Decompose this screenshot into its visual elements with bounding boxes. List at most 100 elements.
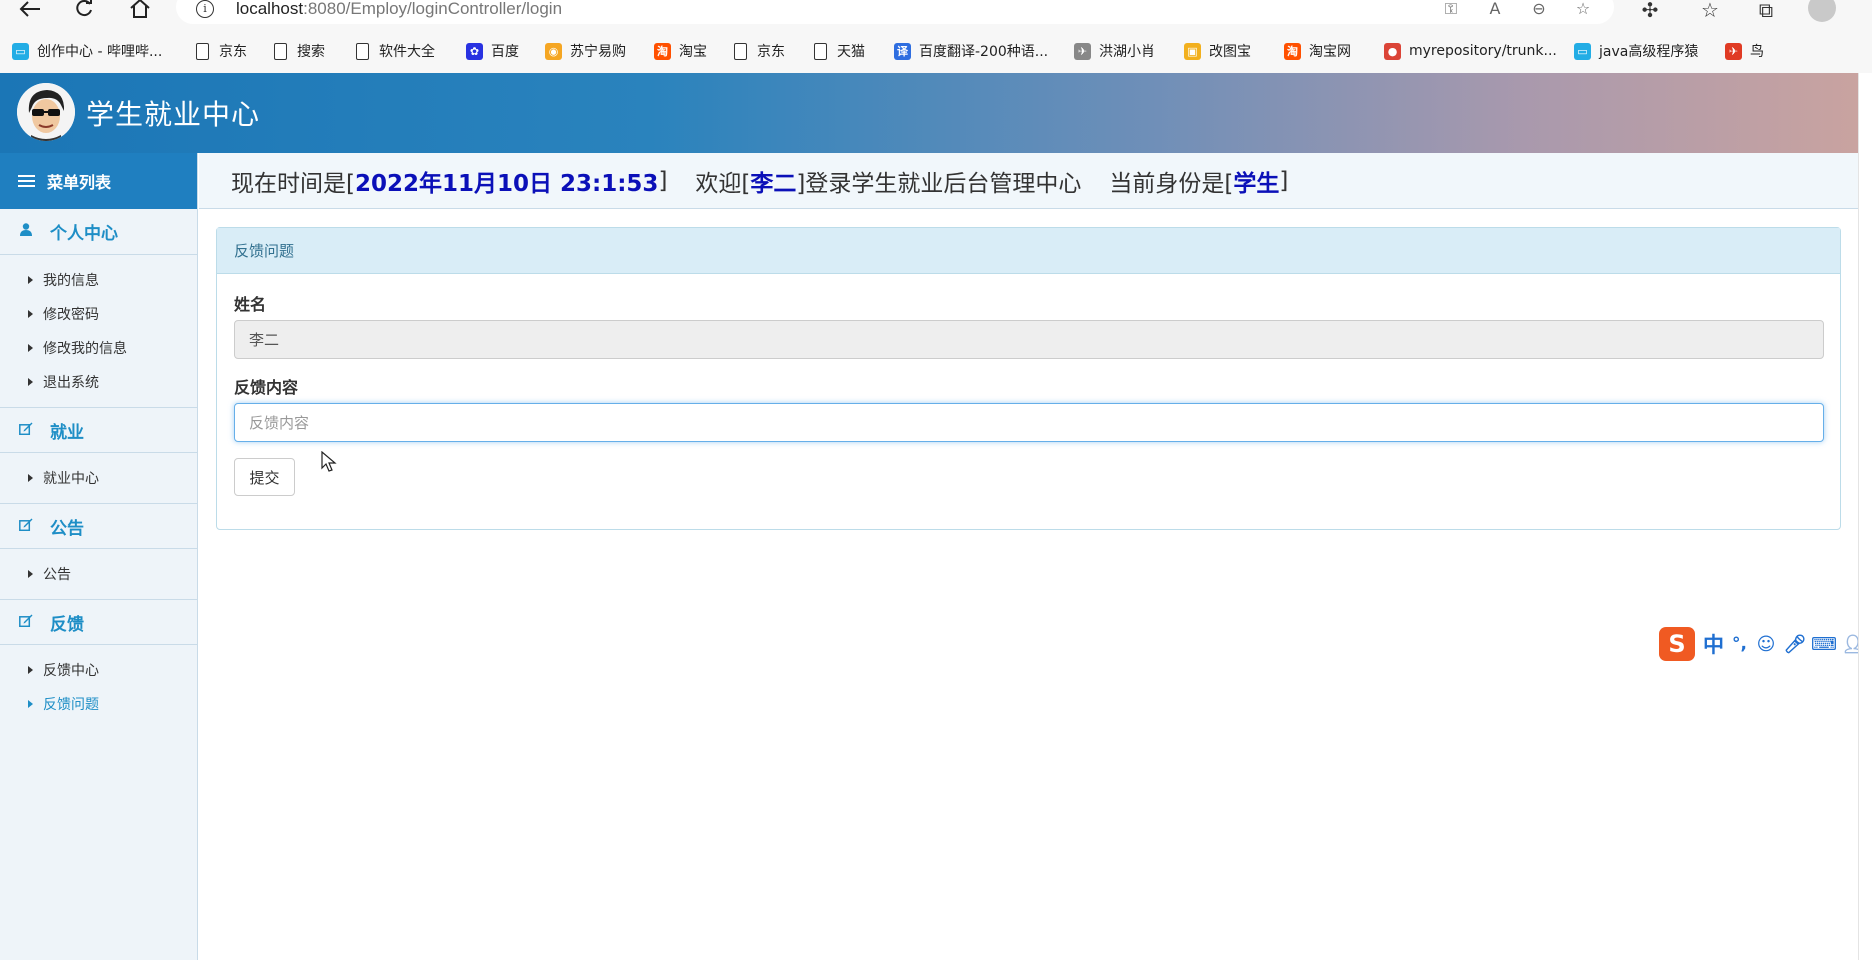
bookmark-item[interactable]: ✈ 鸟: [1725, 38, 1764, 64]
name-field-value: 李二: [249, 331, 280, 349]
bookmark-label: 天猫: [837, 44, 865, 60]
bookmark-item[interactable]: 淘淘宝网: [1284, 38, 1351, 64]
baidu-paw-icon: ✿: [466, 42, 483, 60]
suning-icon: ◉: [545, 42, 562, 60]
url-text: localhost:8080/Employ/loginController/lo…: [236, 0, 563, 18]
sidebar-group-label: 反馈: [50, 614, 84, 635]
welcome-prefix: 欢迎[: [695, 170, 751, 197]
submit-button[interactable]: 提交: [234, 458, 295, 496]
sidebar-item-edit-my-info[interactable]: 修改我的信息: [0, 331, 197, 365]
sogou-logo-icon[interactable]: S: [1659, 627, 1695, 661]
zoom-out-icon[interactable]: ⊖: [1528, 0, 1550, 19]
bookmark-item[interactable]: 京东: [734, 38, 785, 64]
baidu-translate-icon: 译: [894, 42, 911, 60]
sidebar-group-label: 个人中心: [50, 224, 118, 244]
bookmark-item[interactable]: 软件大全: [356, 38, 435, 64]
scrollbar[interactable]: [1858, 73, 1872, 960]
back-icon[interactable]: [16, 0, 44, 22]
sidebar-item-feedback-issue[interactable]: 反馈问题: [0, 687, 197, 721]
file-icon: [734, 42, 747, 60]
bookmark-item[interactable]: 搜索: [274, 38, 325, 64]
emoji-icon[interactable]: ☺: [1755, 633, 1777, 655]
profile-avatar[interactable]: [1808, 0, 1836, 22]
read-aloud-icon[interactable]: A: [1484, 0, 1506, 19]
bookmark-item[interactable]: ▭ 创作中心 - 哔哩哔...: [12, 38, 162, 64]
collections-icon[interactable]: ⧉: [1752, 0, 1780, 22]
favorites-icon[interactable]: ☆: [1696, 0, 1724, 22]
sidebar-group-feedback[interactable]: 反馈: [0, 599, 197, 645]
key-icon[interactable]: ⚿: [1440, 0, 1462, 19]
sidebar-item-notice[interactable]: 公告: [0, 557, 197, 591]
bookmark-item[interactable]: ✿ 百度: [466, 38, 519, 64]
bookmark-item[interactable]: ▭ java高级程序猿: [1574, 38, 1698, 64]
file-icon: [196, 42, 209, 60]
address-bar[interactable]: i localhost:8080/Employ/loginController/…: [176, 0, 1614, 24]
microphone-icon[interactable]: 🎤︎: [1784, 633, 1807, 655]
user-name: 李二: [750, 170, 797, 197]
refresh-icon[interactable]: [70, 0, 98, 22]
bookmark-item[interactable]: ✈ 洪湖小肖: [1074, 38, 1155, 64]
name-label: 姓名: [234, 295, 267, 314]
file-icon: [274, 42, 287, 60]
bilibili-icon: ▭: [1574, 42, 1591, 60]
caret-right-icon: [28, 666, 33, 674]
bookmark-label: 淘宝网: [1309, 44, 1351, 60]
keyboard-icon[interactable]: ⌨: [1811, 633, 1837, 655]
bookmark-item[interactable]: 译百度翻译-200种语...: [894, 38, 1048, 64]
bookmark-item[interactable]: ◉ 苏宁易购: [545, 38, 626, 64]
caret-right-icon: [28, 344, 33, 352]
role-suffix: ]: [1279, 167, 1289, 194]
sidebar-item-logout[interactable]: 退出系统: [0, 365, 197, 399]
bookmark-label: myrepository/trunk...: [1409, 43, 1557, 59]
name-field: 李二: [234, 320, 1824, 359]
bookmark-label: 搜索: [297, 44, 325, 60]
bookmark-item[interactable]: ▣ 改图宝: [1184, 38, 1251, 64]
sidebar-group-personal[interactable]: 个人中心: [0, 209, 197, 255]
bookmark-label: 改图宝: [1209, 44, 1251, 60]
file-icon: [356, 42, 369, 60]
favorite-add-icon[interactable]: ☆: [1572, 0, 1594, 19]
taobao-icon: 淘: [654, 42, 671, 60]
site-info-icon[interactable]: i: [196, 0, 214, 18]
caret-right-icon: [28, 570, 33, 578]
bookmark-item[interactable]: 天猫: [814, 38, 865, 64]
feedback-content-input[interactable]: 反馈内容: [234, 403, 1824, 442]
time-suffix: ]: [658, 167, 668, 194]
chrome-icon: ●: [1384, 42, 1401, 60]
user-role: 学生: [1233, 170, 1280, 197]
sidebar-item-employment-center[interactable]: 就业中心: [0, 461, 197, 495]
bookmark-label: 百度翻译-200种语...: [919, 44, 1049, 60]
sidebar-group-employment[interactable]: 就业: [0, 407, 197, 453]
sidebar-sublist-employment: 就业中心: [0, 453, 197, 503]
home-icon[interactable]: [126, 0, 154, 22]
browser-toolbar: i localhost:8080/Employ/loginController/…: [0, 0, 1872, 27]
edit-icon: [19, 614, 33, 631]
sidebar-sublist-personal: 我的信息 修改密码 修改我的信息 退出系统: [0, 255, 197, 407]
app-title: 学生就业中心: [86, 98, 261, 131]
bookmark-label: java高级程序猿: [1599, 44, 1699, 60]
sidebar-item-feedback-center[interactable]: 反馈中心: [0, 653, 197, 687]
bookmark-label: 苏宁易购: [570, 44, 626, 60]
caret-right-icon: [28, 474, 33, 482]
bookmark-item[interactable]: 淘淘宝: [654, 38, 707, 64]
sidebar-item-change-password[interactable]: 修改密码: [0, 297, 197, 331]
sidebar-item-my-info[interactable]: 我的信息: [0, 263, 197, 297]
edit-icon: [19, 518, 33, 535]
sidebar-group-label: 公告: [50, 518, 84, 539]
sidebar-group-notice[interactable]: 公告: [0, 503, 197, 549]
role-prefix: 当前身份是[: [1109, 170, 1234, 197]
caret-right-icon: [28, 700, 33, 708]
caret-right-icon: [28, 276, 33, 284]
browser-chrome: i localhost:8080/Employ/loginController/…: [0, 0, 1872, 73]
ime-punct[interactable]: °,: [1732, 634, 1747, 654]
bookmark-item[interactable]: 京东: [196, 38, 247, 64]
menu-title: 菜单列表: [0, 153, 197, 209]
bookmark-label: 百度: [491, 44, 519, 60]
extensions-icon[interactable]: ✣: [1636, 0, 1664, 22]
menu-bars-icon: [18, 172, 35, 190]
bookmark-item[interactable]: ● myrepository/trunk...: [1384, 38, 1557, 64]
ime-mode[interactable]: 中: [1703, 629, 1724, 659]
bookmark-label: 京东: [757, 44, 785, 60]
panel-title: 反馈问题: [217, 228, 1840, 274]
bookmark-label: 淘宝: [679, 44, 707, 60]
